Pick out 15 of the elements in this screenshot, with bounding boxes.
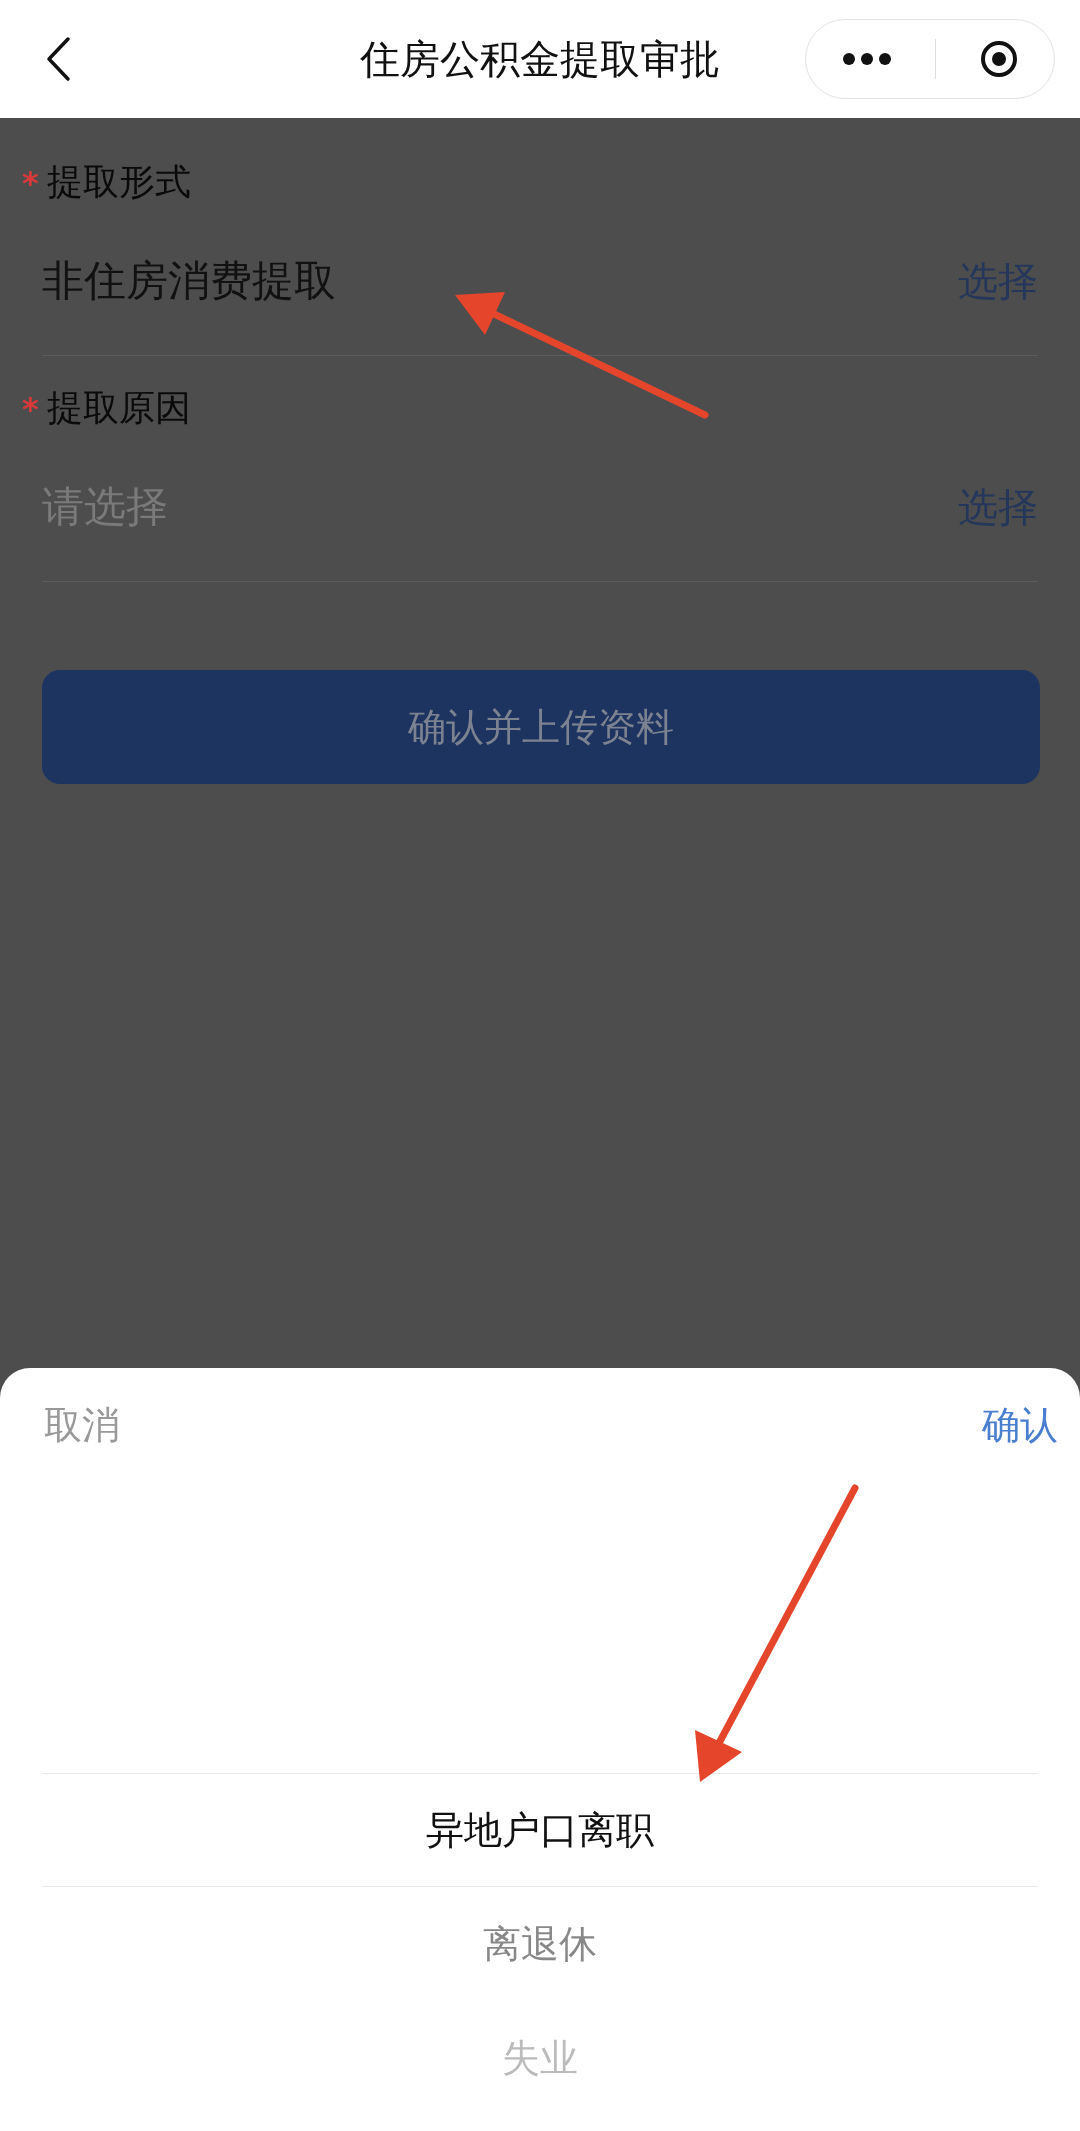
picker-option[interactable]: 离退休 — [483, 1918, 597, 1970]
more-icon[interactable] — [841, 52, 892, 66]
field-label: 提取形式 — [46, 160, 191, 204]
required-mark: * — [22, 163, 39, 202]
cancel-button[interactable]: 取消 — [44, 1400, 120, 1451]
picker-option[interactable]: 异地户口离职 — [426, 1804, 654, 1856]
field-value: 非住房消费提取 — [42, 255, 336, 307]
required-mark: * — [22, 389, 39, 428]
back-icon[interactable] — [45, 36, 71, 82]
confirm-button[interactable]: 确认 — [982, 1400, 1058, 1451]
window-title: 住房公积金提取审批 — [359, 34, 721, 84]
picker-option[interactable]: 失业 — [502, 2032, 578, 2084]
field-label: 提取原因 — [46, 386, 191, 430]
submit-button[interactable]: 确认并上传资料 — [42, 670, 1040, 784]
close-icon[interactable] — [978, 39, 1019, 79]
